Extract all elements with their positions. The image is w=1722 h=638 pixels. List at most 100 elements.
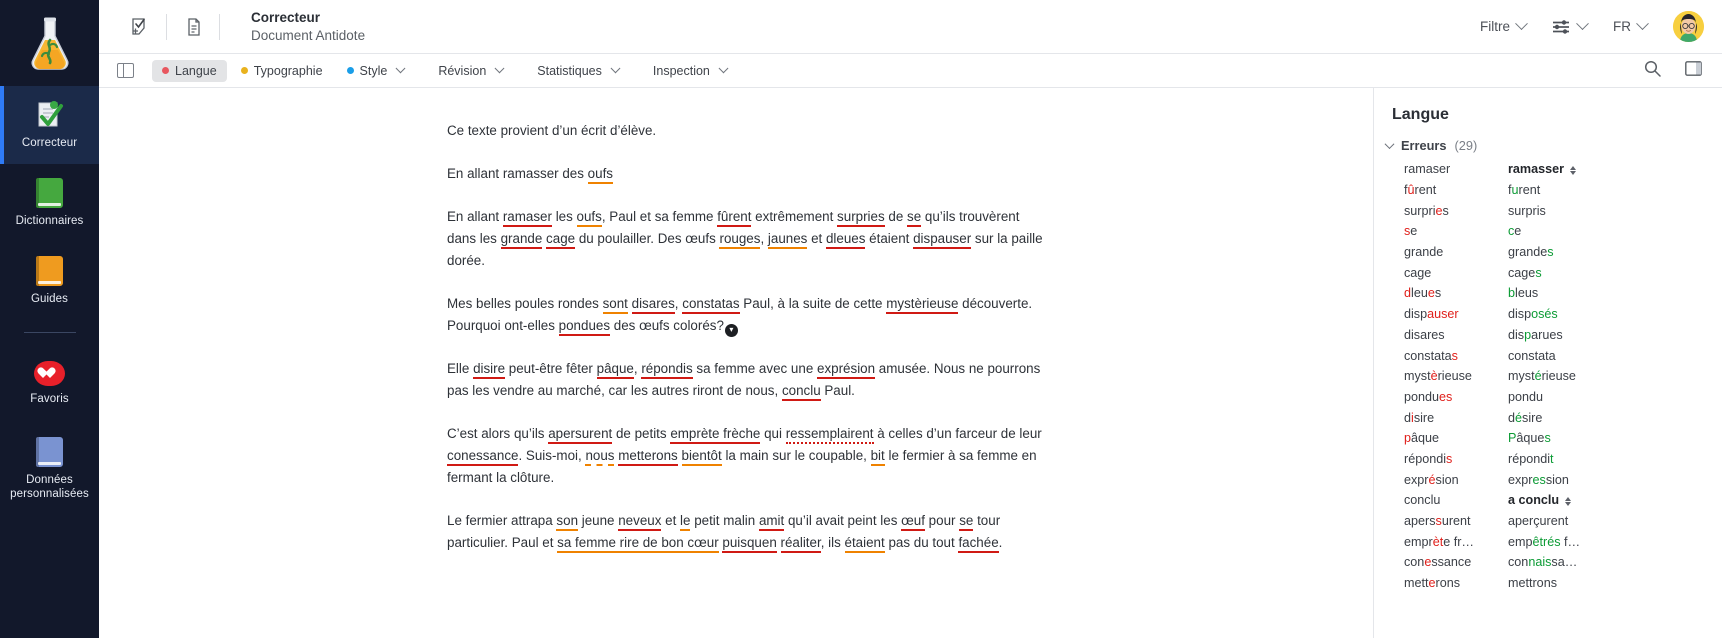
correction-row[interactable]: pondues pondu	[1374, 387, 1722, 408]
sidebar-item-correcteur[interactable]: Correcteur	[0, 86, 99, 164]
correction-row[interactable]: ramaser ramasser	[1374, 159, 1722, 180]
suggestion-word[interactable]: bleus	[1508, 286, 1722, 300]
flagged-word[interactable]: amit	[758, 513, 785, 531]
correction-row[interactable]: constatas constata	[1374, 345, 1722, 366]
suggestion-word[interactable]: a conclu	[1508, 493, 1722, 507]
flagged-word[interactable]: cage	[546, 231, 576, 249]
suggestion-word[interactable]: empêtrés f…	[1508, 535, 1722, 549]
tab-langue[interactable]: Langue	[152, 59, 227, 82]
suggestion-word[interactable]: expression	[1508, 473, 1722, 487]
document-stack-icon[interactable]	[178, 12, 208, 42]
flagged-word[interactable]: oufs	[576, 209, 602, 227]
suggestion-word[interactable]: répondit	[1508, 452, 1722, 466]
settings-sliders-dropdown[interactable]	[1552, 17, 1589, 35]
flagged-word[interactable]: ressemplairent	[785, 426, 874, 444]
flagged-word[interactable]: constatas	[682, 296, 740, 314]
tab-inspection[interactable]: Inspection	[643, 60, 737, 82]
flagged-word[interactable]: dispauser	[913, 231, 972, 249]
filter-dropdown[interactable]: Filtre	[1480, 17, 1528, 34]
flagged-word[interactable]: mystèrieuse	[886, 296, 959, 314]
flagged-word[interactable]: rouges	[719, 231, 761, 249]
suggestion-word[interactable]: ce	[1508, 224, 1722, 238]
correction-row[interactable]: grande grandes	[1374, 242, 1722, 263]
flagged-word[interactable]: puisquen	[722, 535, 777, 553]
flagged-word[interactable]: pâque	[596, 361, 634, 379]
panel-toggle-icon[interactable]	[117, 63, 134, 78]
suggestion-word[interactable]: mystérieuse	[1508, 369, 1722, 383]
correction-row[interactable]: répondis répondit	[1374, 449, 1722, 470]
suggestion-word[interactable]: pondu	[1508, 390, 1722, 404]
flagged-word[interactable]: pondues	[558, 318, 611, 336]
flagged-word[interactable]: conessance	[447, 448, 519, 466]
correction-row[interactable]: pâque Pâques	[1374, 428, 1722, 449]
language-selector[interactable]: FR	[1613, 17, 1649, 34]
check-document-icon[interactable]	[125, 12, 155, 42]
correction-row[interactable]: se ce	[1374, 221, 1722, 242]
flagged-word[interactable]: répondis	[641, 361, 693, 379]
flagged-word[interactable]: réaliter	[780, 535, 821, 553]
suggestion-stepper[interactable]	[1570, 165, 1577, 175]
correction-row[interactable]: metterons mettrons	[1374, 573, 1722, 594]
flagged-word[interactable]: dleues	[825, 231, 866, 249]
tab-style[interactable]: Style	[337, 60, 415, 82]
sidebar-item-guides[interactable]: Guides	[0, 242, 99, 320]
flagged-word[interactable]: surpries	[837, 209, 885, 227]
flagged-word[interactable]: disire	[473, 361, 506, 379]
correction-row[interactable]: dleues bleus	[1374, 283, 1722, 304]
suggestion-word[interactable]: désire	[1508, 411, 1722, 425]
flagged-word[interactable]: conclu	[781, 383, 821, 401]
flagged-word[interactable]: se	[959, 513, 974, 531]
correction-row[interactable]: conclu a conclu	[1374, 490, 1722, 511]
sidebar-item-dictionnaires[interactable]: Dictionnaires	[0, 164, 99, 242]
correction-row[interactable]: surpries surpris	[1374, 200, 1722, 221]
suggestion-word[interactable]: ramasser	[1508, 162, 1722, 176]
correction-row[interactable]: cage cages	[1374, 262, 1722, 283]
correction-row[interactable]: disares disparues	[1374, 325, 1722, 346]
correction-row[interactable]: conessance connaissa…	[1374, 552, 1722, 573]
flagged-word[interactable]: fachée	[958, 535, 999, 553]
suggestion-word[interactable]: Pâques	[1508, 431, 1722, 445]
suggestion-word[interactable]: disposés	[1508, 307, 1722, 321]
suggestion-word[interactable]: disparues	[1508, 328, 1722, 342]
flagged-word[interactable]: étaient	[844, 535, 885, 553]
correction-row[interactable]: emprète fr… empêtrés f…	[1374, 531, 1722, 552]
suggestion-stepper[interactable]	[1565, 496, 1572, 506]
flagged-word[interactable]: jaunes	[767, 231, 808, 249]
suggestion-word[interactable]: furent	[1508, 183, 1722, 197]
flagged-word[interactable]: neveux	[618, 513, 662, 531]
flagged-word[interactable]: sa femme rire de bon cœur	[557, 535, 719, 553]
avatar[interactable]	[1673, 11, 1704, 42]
flagged-word[interactable]: fûrent	[717, 209, 752, 227]
flagged-word[interactable]: œuf	[901, 513, 925, 531]
suggestion-word[interactable]: cages	[1508, 266, 1722, 280]
search-icon[interactable]	[1644, 60, 1661, 82]
errors-group-header[interactable]: Erreurs (29)	[1374, 138, 1722, 159]
correction-row[interactable]: aperssurent aperçurent	[1374, 511, 1722, 532]
inline-correction-badge[interactable]: ▾	[724, 323, 738, 337]
correction-row[interactable]: dispauser disposés	[1374, 304, 1722, 325]
flagged-word[interactable]: apersurent	[548, 426, 613, 444]
sidebar-item-favoris[interactable]: Favoris	[0, 345, 99, 423]
tab-typographie[interactable]: Typographie	[231, 60, 333, 82]
correction-row[interactable]: mystèrieuse mystérieuse	[1374, 366, 1722, 387]
suggestion-word[interactable]: grandes	[1508, 245, 1722, 259]
sidebar-item-donnees-personnalisees[interactable]: Données personnalisées	[0, 423, 99, 515]
flagged-word[interactable]: ramaser	[502, 209, 552, 227]
document-canvas[interactable]: Ce texte provient d’un écrit d’élève. En …	[99, 88, 1374, 638]
flagged-word[interactable]: sont	[602, 296, 628, 314]
suggestion-word[interactable]: surpris	[1508, 204, 1722, 218]
correction-row[interactable]: fûrent furent	[1374, 180, 1722, 201]
flagged-word[interactable]: bit	[870, 448, 885, 466]
correction-row[interactable]: disire désire	[1374, 407, 1722, 428]
suggestion-word[interactable]: mettrons	[1508, 576, 1722, 590]
document-text[interactable]: Ce texte provient d’un écrit d’élève. En …	[447, 120, 1047, 575]
tab-revision[interactable]: Révision	[428, 60, 513, 82]
flagged-word[interactable]: le	[680, 513, 691, 531]
correction-row[interactable]: exprésion expression	[1374, 469, 1722, 490]
suggestion-word[interactable]: aperçurent	[1508, 514, 1722, 528]
flagged-word[interactable]: bientôt	[681, 448, 722, 466]
right-panel-icon[interactable]	[1685, 60, 1702, 81]
flagged-word[interactable]: emprète frèche	[670, 426, 761, 444]
flagged-word[interactable]: nous	[585, 448, 615, 466]
suggestion-word[interactable]: connaissa…	[1508, 555, 1722, 569]
